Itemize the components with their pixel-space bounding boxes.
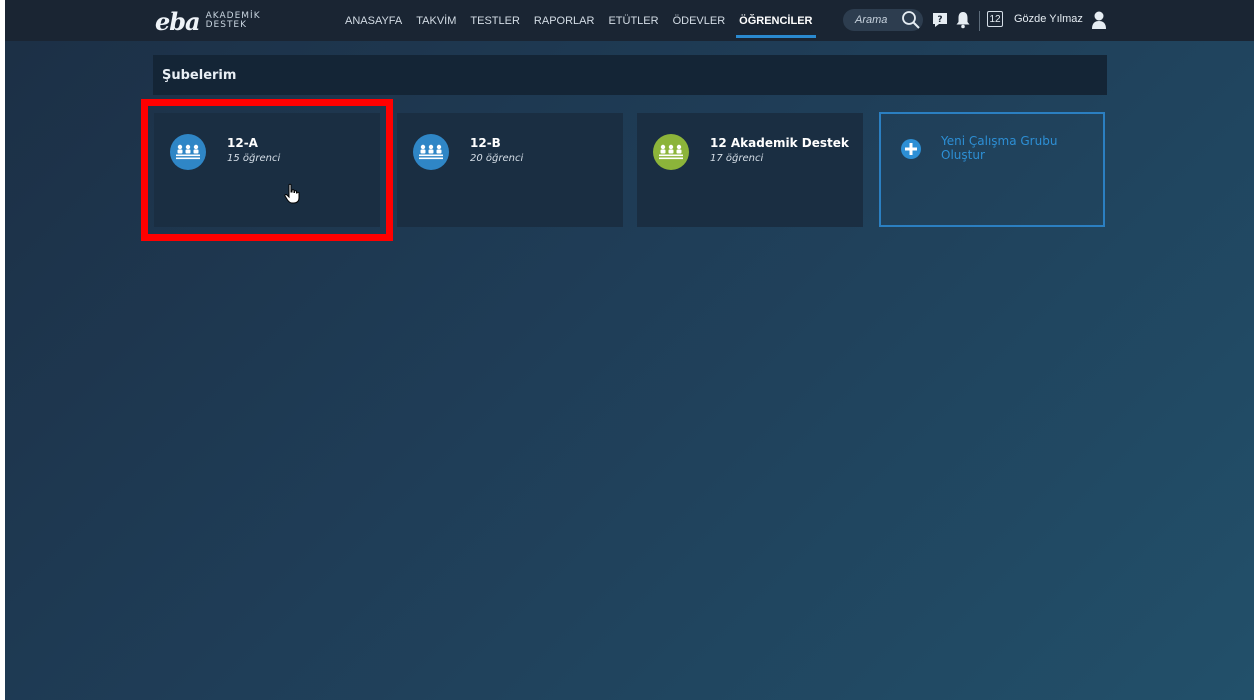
help-icon[interactable]: ? [932,12,948,32]
students-icon [413,134,449,170]
user-icon[interactable] [1091,10,1107,34]
plus-icon [901,139,921,159]
nav-odevler[interactable]: ÖDEVLER [666,0,733,41]
top-navbar: eba AKADEMİK DESTEK ANASAYFA TAKVİM TEST… [5,0,1254,41]
class-card-12a[interactable]: 12-A 15 öğrenci [154,113,380,227]
nav-takvim[interactable]: TAKVİM [409,0,463,41]
eba-logo[interactable]: eba AKADEMİK DESTEK [155,6,261,36]
class-name: 12 Akademik Destek [710,136,849,150]
search-icon[interactable] [901,10,921,34]
students-icon [170,134,206,170]
username[interactable]: Gözde Yılmaz [1014,13,1083,25]
topbar-divider [979,11,980,31]
main-nav: ANASAYFA TAKVİM TESTLER RAPORLAR ETÜTLER… [338,0,820,41]
svg-text:?: ? [937,15,942,25]
class-card-12-akademik-destek[interactable]: 12 Akademik Destek 17 öğrenci [637,113,863,227]
students-icon [653,134,689,170]
class-name: 12-A [227,136,258,150]
section-header: Şubelerim [153,55,1107,95]
search-placeholder: Arama [855,14,888,26]
app-window: eba AKADEMİK DESTEK ANASAYFA TAKVİM TEST… [5,0,1254,700]
student-count: 15 öğrenci [227,153,281,164]
search-input[interactable]: Arama [843,9,923,31]
nav-testler[interactable]: TESTLER [463,0,527,41]
nav-ogrenciler[interactable]: ÖĞRENCİLER [732,0,819,41]
student-count: 20 öğrenci [470,153,524,164]
class-name: 12-B [470,136,501,150]
logo-wordmark: eba [155,6,201,36]
new-group-label: Yeni Çalışma Grubu Oluştur [941,134,1058,162]
class-card-12b[interactable]: 12-B 20 öğrenci [397,113,623,227]
calendar-icon[interactable]: 12 [987,11,1003,27]
student-count: 17 öğrenci [710,153,764,164]
new-study-group-button[interactable]: Yeni Çalışma Grubu Oluştur [879,112,1105,227]
nav-raporlar[interactable]: RAPORLAR [527,0,602,41]
logo-subtitle: AKADEMİK DESTEK [206,12,261,30]
hand-cursor-icon [284,183,300,209]
section-title: Şubelerim [162,67,237,83]
nav-etutler[interactable]: ETÜTLER [601,0,665,41]
logo-subtitle-bottom: DESTEK [205,20,248,30]
bell-icon[interactable] [956,11,970,33]
nav-anasayfa[interactable]: ANASAYFA [338,0,409,41]
